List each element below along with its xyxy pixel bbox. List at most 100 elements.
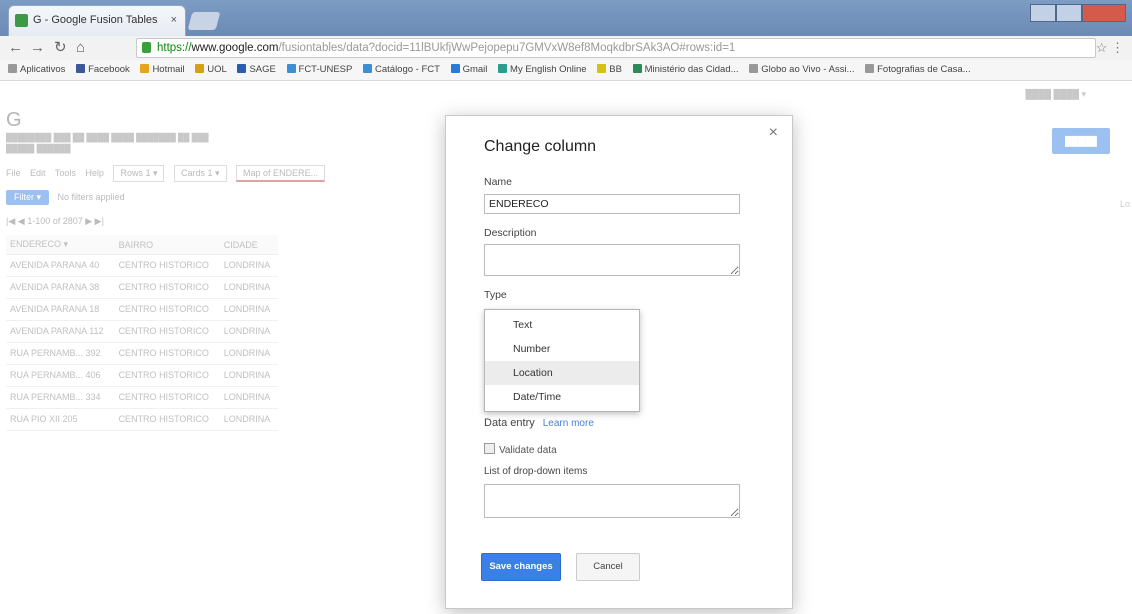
table-row[interactable]: AVENIDA PARANA 38 CENTRO HISTORICO LONDRIN… bbox=[6, 276, 278, 299]
browser-tab[interactable]: G - Google Fusion Tables × bbox=[8, 5, 186, 36]
ministerio-icon bbox=[632, 64, 642, 73]
menu-help[interactable]: Help bbox=[85, 168, 104, 178]
table-row[interactable]: AVENIDA PARANA 112 CENTRO HISTORICO LONDRI… bbox=[6, 320, 278, 343]
table-row[interactable]: RUA PIO XII 205 CENTRO HISTORICO LONDRINA bbox=[6, 408, 278, 431]
bookmark-item[interactable]: Fotografias de Casa... bbox=[865, 60, 971, 80]
column-header[interactable]: ENDERECO ▾ bbox=[6, 235, 115, 255]
bookmark-item[interactable]: Catálogo - FCT bbox=[363, 60, 440, 80]
table-row[interactable]: AVENIDA PARANA 18 CENTRO HISTORICO LONDRIN… bbox=[6, 298, 278, 321]
english-icon bbox=[498, 64, 508, 73]
menu-edit[interactable]: Edit bbox=[30, 168, 46, 178]
bookmark-item[interactable]: My English Online bbox=[498, 60, 587, 80]
gmail-icon bbox=[450, 64, 460, 73]
data-entry-row: Data entry Learn more bbox=[484, 417, 594, 429]
browser-toolbar: ← → ↻ ⌂ https://www.google.com/fusiontab… bbox=[0, 36, 1132, 61]
pager-range: 1-100 of 2807 bbox=[27, 216, 83, 226]
tab-map[interactable]: Map of ENDERE... bbox=[236, 165, 326, 182]
share-button[interactable]: █████ bbox=[1052, 128, 1110, 154]
apps-icon bbox=[8, 64, 17, 73]
cell: CENTRO HISTORICO bbox=[114, 364, 220, 387]
url-domain: www.google.com bbox=[191, 42, 279, 54]
uol-icon bbox=[195, 64, 205, 73]
tab-title: G - Google Fusion Tables bbox=[33, 14, 158, 26]
window-close-button[interactable] bbox=[1082, 4, 1126, 22]
bookmark-item[interactable]: SAGE bbox=[237, 60, 276, 80]
star-icon[interactable]: ☆ ⋮ bbox=[1096, 40, 1124, 56]
bookmark-item[interactable]: Globo ao Vivo - Assi... bbox=[749, 60, 854, 80]
name-input[interactable] bbox=[484, 194, 740, 214]
cell: CENTRO HISTORICO bbox=[114, 276, 220, 299]
minimize-button[interactable] bbox=[1030, 4, 1056, 22]
back-arrow-icon[interactable]: ← bbox=[8, 38, 23, 58]
type-option-number[interactable]: Number bbox=[485, 337, 639, 361]
cell: LONDRINA bbox=[219, 386, 278, 409]
tab-close-icon[interactable]: × bbox=[171, 6, 177, 34]
learn-more-link[interactable]: Learn more bbox=[543, 418, 594, 429]
url-path: /fusiontables/data?docid=11lBUkfjWwPejop… bbox=[278, 42, 736, 54]
cell: LONDRINA bbox=[219, 276, 278, 299]
bookmark-item[interactable]: Gmail bbox=[450, 60, 487, 80]
column-header[interactable]: BAIRRO bbox=[114, 235, 220, 255]
hotmail-icon bbox=[140, 64, 150, 73]
reload-icon[interactable]: ↻ bbox=[54, 38, 67, 58]
validate-data-row[interactable]: Validate data bbox=[484, 443, 557, 456]
cancel-button[interactable]: Cancel bbox=[576, 553, 640, 581]
page-icon bbox=[865, 64, 875, 73]
table-row[interactable]: RUA PERNAMB... 334 CENTRO HISTORICO LONDRI… bbox=[6, 386, 278, 409]
save-changes-button[interactable]: Save changes bbox=[481, 553, 561, 581]
tab-cards[interactable]: Cards 1 ▾ bbox=[174, 165, 227, 182]
new-tab-button[interactable] bbox=[187, 12, 221, 30]
bookmark-item[interactable]: Facebook bbox=[76, 60, 130, 80]
type-option-location[interactable]: Location bbox=[485, 361, 639, 385]
dropdown-items-label: List of drop-down items bbox=[484, 466, 588, 477]
dialog-title: Change column bbox=[484, 138, 597, 155]
dropdown-items-textarea[interactable] bbox=[484, 484, 740, 518]
menu-file[interactable]: File bbox=[6, 168, 21, 178]
home-icon[interactable]: ⌂ bbox=[76, 38, 85, 58]
type-option-datetime[interactable]: Date/Time bbox=[485, 385, 639, 409]
menu-bar: File Edit Tools Help Rows 1 ▾ Cards 1 ▾ … bbox=[6, 165, 332, 182]
bookmark-item[interactable]: Ministério das Cidad... bbox=[632, 60, 739, 80]
bookmark-item[interactable]: FCT-UNESP bbox=[286, 60, 352, 80]
table-row[interactable]: RUA PERNAMB... 406 CENTRO HISTORICO LONDRI… bbox=[6, 364, 278, 387]
app-logo: G bbox=[6, 109, 22, 131]
tab-rows[interactable]: Rows 1 ▾ bbox=[113, 165, 165, 182]
type-option-text[interactable]: Text bbox=[485, 313, 639, 337]
next-page-icon[interactable]: ▶ ▶| bbox=[85, 216, 104, 226]
column-header[interactable]: CIDADE bbox=[219, 235, 278, 255]
account-link[interactable]: ████ ████ ▾ bbox=[1025, 89, 1086, 100]
cell: AVENIDA PARANA 18 bbox=[6, 298, 115, 321]
table-row[interactable]: AVENIDA PARANA 40 CENTRO HISTORICO LONDRIN… bbox=[6, 254, 278, 277]
bb-icon bbox=[597, 64, 607, 73]
filter-button[interactable]: Filter ▾ bbox=[6, 190, 50, 205]
browser-titlebar: G - Google Fusion Tables × bbox=[0, 0, 1132, 36]
address-bar[interactable]: https://www.google.com/fusiontables/data… bbox=[136, 38, 1096, 58]
cell: CENTRO HISTORICO bbox=[114, 254, 220, 277]
bookmark-item[interactable]: Hotmail bbox=[140, 60, 185, 80]
cell: CENTRO HISTORICO bbox=[114, 320, 220, 343]
maximize-button[interactable] bbox=[1056, 4, 1082, 22]
cell: CENTRO HISTORICO bbox=[114, 386, 220, 409]
dialog-close-icon[interactable]: × bbox=[769, 124, 778, 142]
pager: |◀ ◀ 1-100 of 2807 ▶ ▶| bbox=[6, 216, 104, 227]
cell: AVENIDA PARANA 112 bbox=[6, 320, 115, 343]
cell: CENTRO HISTORICO bbox=[114, 298, 220, 321]
fct-icon bbox=[286, 64, 296, 73]
cell: LONDRINA bbox=[219, 364, 278, 387]
bookmarks-bar: Aplicativos Facebook Hotmail UOL SAGE FC… bbox=[0, 60, 1132, 81]
menu-tools[interactable]: Tools bbox=[55, 168, 76, 178]
data-entry-label: Data entry bbox=[484, 417, 535, 429]
forward-arrow-icon[interactable]: → bbox=[30, 38, 45, 58]
table-row[interactable]: RUA PERNAMB... 392 CENTRO HISTORICO LONDRI… bbox=[6, 342, 278, 365]
bookmark-item[interactable]: BB bbox=[597, 60, 622, 80]
type-dropdown-menu[interactable]: Text Number Location Date/Time bbox=[484, 309, 640, 412]
description-textarea[interactable] bbox=[484, 244, 740, 276]
validate-data-checkbox[interactable] bbox=[484, 443, 495, 454]
catalog-icon bbox=[363, 64, 372, 73]
cell: CENTRO HISTORICO bbox=[114, 408, 220, 431]
bookmark-item[interactable]: Aplicativos bbox=[8, 60, 65, 80]
table-header-row: ENDERECO ▾ BAIRRO CIDADE bbox=[6, 235, 278, 255]
window-controls bbox=[1030, 4, 1126, 22]
bookmark-item[interactable]: UOL bbox=[195, 60, 227, 80]
first-page-icon[interactable]: |◀ ◀ bbox=[6, 216, 27, 226]
